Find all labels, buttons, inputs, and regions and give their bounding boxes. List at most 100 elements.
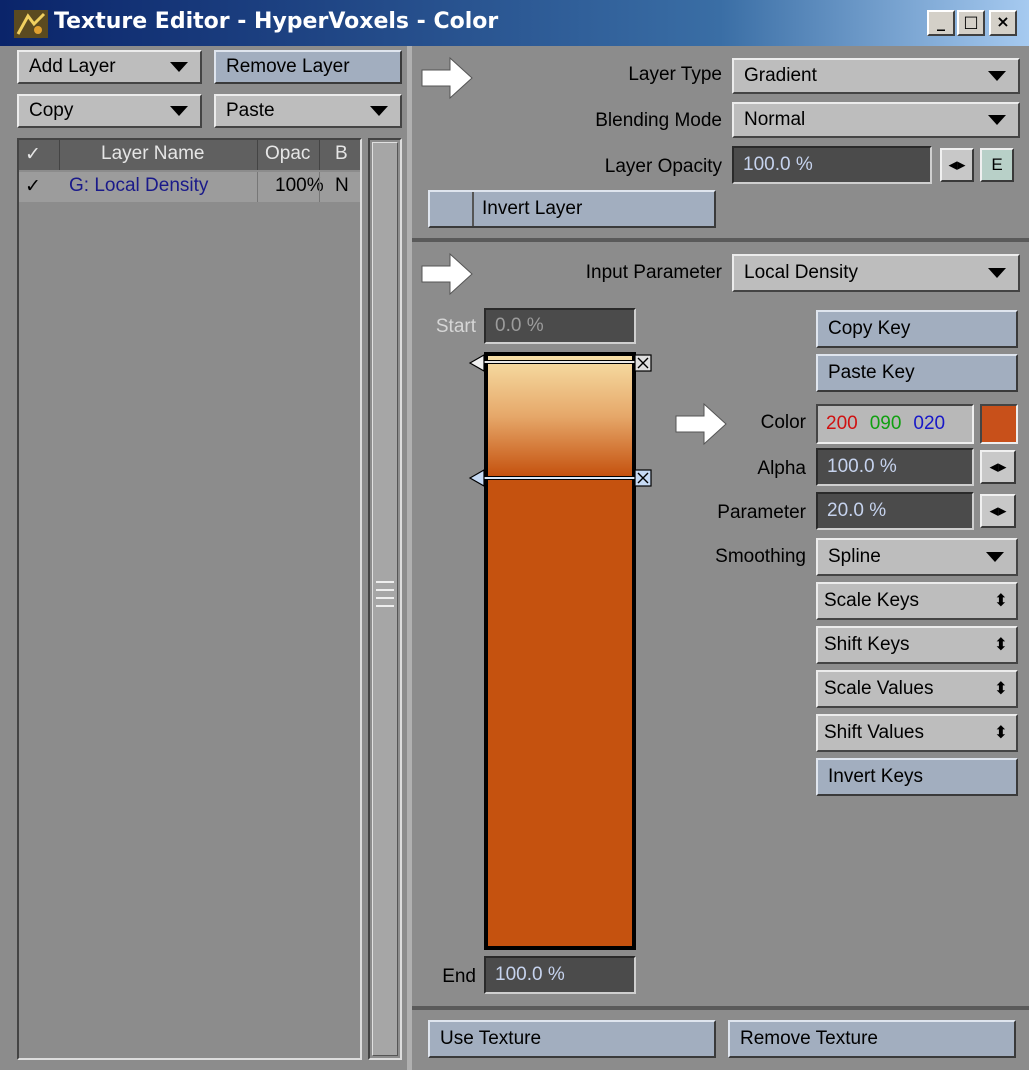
chevron-down-icon [170, 62, 188, 72]
footer-panel: Use Texture Remove Texture [412, 1010, 1029, 1070]
color-green-value[interactable]: 090 [870, 413, 902, 435]
shift-keys-label: Shift Keys [824, 634, 910, 655]
column-divider [257, 140, 258, 170]
layer-opacity-label: Layer Opacity [604, 156, 722, 177]
color-blue-value[interactable]: 020 [913, 413, 945, 435]
shift-values-label: Shift Values [824, 722, 924, 743]
copy-key-button[interactable]: Copy Key [816, 310, 1018, 348]
up-down-arrows-icon: ⬍ [993, 679, 1008, 698]
key-delete-icon[interactable] [634, 354, 652, 372]
color-swatch[interactable] [980, 404, 1018, 444]
gradient-key-line[interactable] [484, 360, 636, 364]
layer-opacity-field[interactable]: 100.0 % [732, 146, 932, 184]
layer-blend: N [335, 175, 349, 196]
end-label: End [442, 966, 476, 987]
add-layer-label: Add Layer [29, 56, 116, 77]
invert-keys-button[interactable]: Invert Keys [816, 758, 1018, 796]
smoothing-value: Spline [828, 546, 881, 567]
end-field[interactable]: 100.0 % [484, 956, 636, 994]
color-value-field[interactable]: 200 090 020 [816, 404, 974, 444]
copy-dropdown[interactable]: Copy [17, 94, 202, 128]
remove-texture-button[interactable]: Remove Texture [728, 1020, 1016, 1058]
layer-row[interactable]: ✓ G: Local Density 100% N [19, 172, 360, 202]
parameter-field[interactable]: 20.0 % [816, 492, 974, 530]
layer-type-value: Gradient [744, 65, 817, 86]
layer-settings-panel: Layer Type Gradient Blending Mode Normal… [412, 46, 1029, 238]
parameter-label: Parameter [717, 502, 806, 523]
envelope-button[interactable]: E [980, 148, 1014, 182]
chevron-down-icon [170, 106, 188, 116]
parameter-slider-button[interactable]: ◂▸ [980, 494, 1016, 528]
shift-keys-button[interactable]: Shift Keys ⬍ [816, 626, 1018, 664]
up-down-arrows-icon: ⬍ [993, 591, 1008, 610]
minimize-button[interactable]: _ [927, 10, 955, 36]
column-divider [319, 172, 320, 202]
blend-column-header[interactable]: B [335, 143, 348, 165]
check-column-header[interactable]: ✓ [25, 143, 41, 166]
grip-icon [376, 581, 394, 617]
paste-label: Paste [226, 100, 275, 121]
chevron-down-icon [370, 106, 388, 116]
column-divider [257, 172, 258, 202]
color-label: Color [760, 412, 806, 433]
up-down-arrows-icon: ⬍ [993, 723, 1008, 742]
invert-layer-checkbox[interactable] [430, 192, 474, 226]
layer-opacity: 100% [275, 175, 324, 196]
opacity-column-header[interactable]: Opac [265, 143, 310, 165]
left-right-arrows-icon: ◂▸ [948, 155, 966, 174]
gradient-key-line-selected[interactable] [484, 476, 636, 480]
key-handle-arrow-icon[interactable] [468, 354, 488, 372]
layer-list[interactable]: ✓ Layer Name Opac B ✓ G: Local Density 1… [17, 138, 362, 1060]
alpha-field[interactable]: 100.0 % [816, 448, 974, 486]
input-parameter-label: Input Parameter [585, 262, 722, 283]
app-icon [14, 10, 48, 38]
key-handle-arrow-icon[interactable] [468, 469, 488, 487]
use-texture-button[interactable]: Use Texture [428, 1020, 716, 1058]
alpha-slider-button[interactable]: ◂▸ [980, 450, 1016, 484]
scale-values-label: Scale Values [824, 678, 934, 699]
input-parameter-value: Local Density [744, 262, 859, 283]
layer-enabled-check[interactable]: ✓ [25, 175, 41, 198]
color-red-value[interactable]: 200 [826, 413, 858, 435]
arrow-right-icon [421, 252, 473, 296]
gradient-bar[interactable] [484, 352, 636, 950]
layer-panel: Add Layer Remove Layer Copy Paste ✓ Laye… [0, 46, 407, 1070]
paste-dropdown[interactable]: Paste [214, 94, 402, 128]
layer-type-label: Layer Type [628, 64, 722, 85]
shift-values-button[interactable]: Shift Values ⬍ [816, 714, 1018, 752]
title-bar[interactable]: Texture Editor - HyperVoxels - Color _ □… [0, 0, 1029, 46]
chevron-down-icon [988, 268, 1006, 278]
smoothing-label: Smoothing [715, 546, 806, 567]
blending-mode-label: Blending Mode [595, 110, 722, 131]
window-title: Texture Editor - HyperVoxels - Color [54, 9, 499, 34]
layer-list-header: ✓ Layer Name Opac B [19, 140, 360, 170]
add-layer-dropdown[interactable]: Add Layer [17, 50, 202, 84]
invert-layer-toggle[interactable]: Invert Layer [428, 190, 716, 228]
alpha-label: Alpha [757, 458, 806, 479]
layer-type-dropdown[interactable]: Gradient [732, 58, 1020, 94]
maximize-button[interactable]: □ [957, 10, 985, 36]
scale-keys-label: Scale Keys [824, 590, 920, 611]
scrollbar-thumb[interactable] [372, 142, 398, 1056]
chevron-down-icon [988, 115, 1006, 125]
name-column-header[interactable]: Layer Name [101, 143, 205, 165]
close-button[interactable]: × [989, 10, 1017, 36]
arrow-right-icon [421, 56, 473, 100]
smoothing-dropdown[interactable]: Spline [816, 538, 1018, 576]
remove-layer-button[interactable]: Remove Layer [214, 50, 402, 84]
chevron-down-icon [988, 71, 1006, 81]
opacity-slider-button[interactable]: ◂▸ [940, 148, 974, 182]
column-divider [319, 140, 320, 170]
input-parameter-dropdown[interactable]: Local Density [732, 254, 1020, 292]
layer-list-scrollbar[interactable] [368, 138, 402, 1060]
key-delete-icon[interactable] [634, 469, 652, 487]
start-label: Start [435, 316, 476, 337]
paste-key-button[interactable]: Paste Key [816, 354, 1018, 392]
left-right-arrows-icon: ◂▸ [989, 457, 1007, 476]
scale-keys-button[interactable]: Scale Keys ⬍ [816, 582, 1018, 620]
up-down-arrows-icon: ⬍ [993, 635, 1008, 654]
start-field[interactable]: 0.0 % [484, 308, 636, 344]
layer-name: G: Local Density [69, 175, 209, 196]
blending-mode-dropdown[interactable]: Normal [732, 102, 1020, 138]
scale-values-button[interactable]: Scale Values ⬍ [816, 670, 1018, 708]
